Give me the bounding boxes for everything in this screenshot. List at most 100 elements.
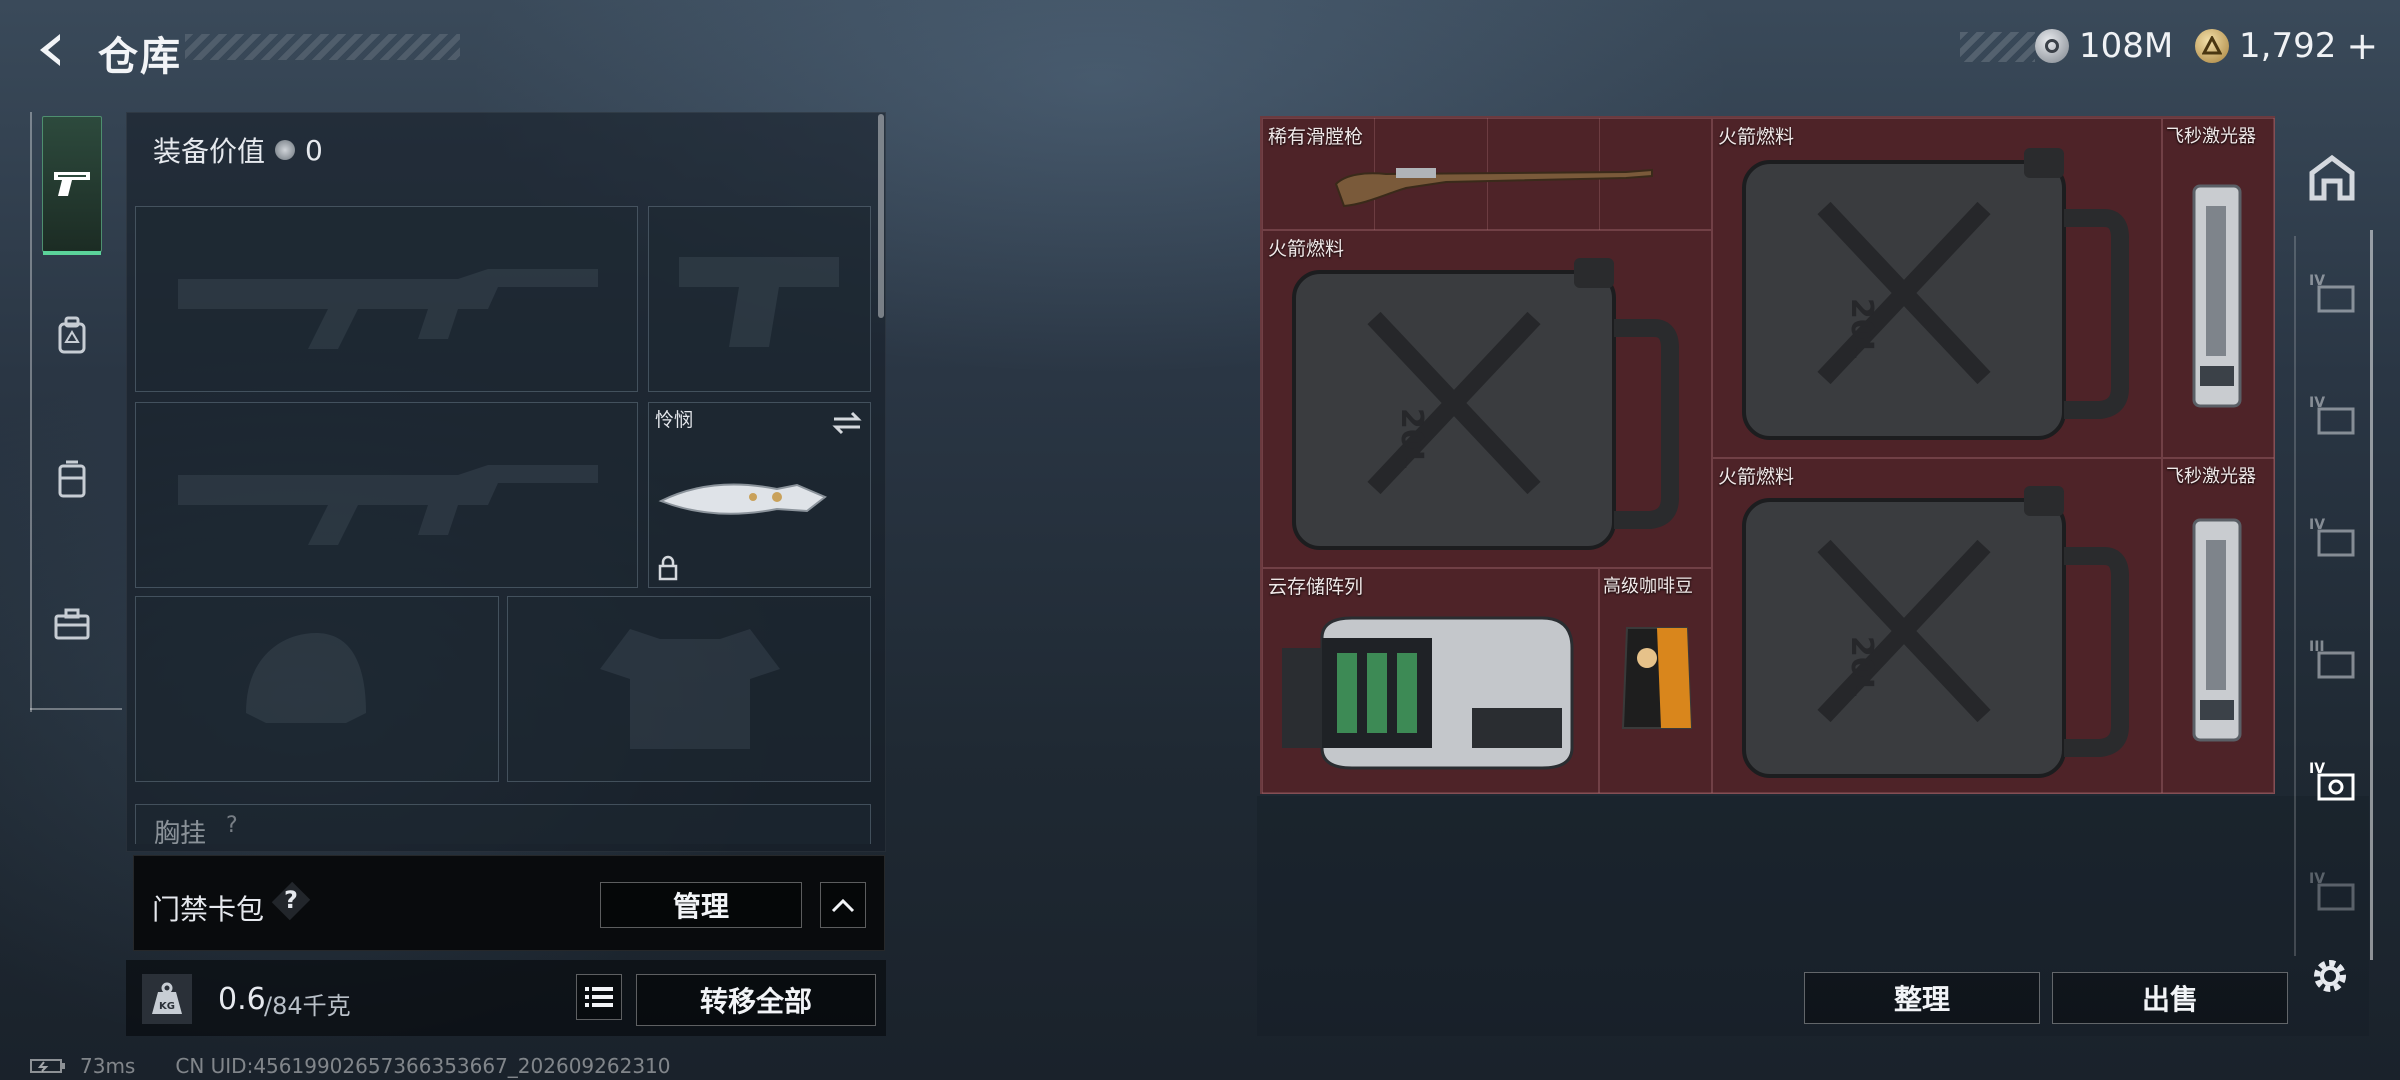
- container-tab-6[interactable]: IV: [2302, 860, 2362, 920]
- melee-slot[interactable]: 怜悯: [648, 402, 871, 588]
- musket-icon: [1334, 168, 1653, 208]
- left-nav: [30, 112, 120, 712]
- item-label: 飞秒激光器: [2166, 126, 2256, 147]
- list-icon: [585, 987, 613, 1007]
- laser-device-icon: [2192, 184, 2242, 408]
- equipment-value: 装备价值 0: [153, 130, 323, 170]
- gear-icon: [2314, 960, 2346, 992]
- equipment-value-amount: 0: [305, 133, 323, 167]
- container-icon: IV: [2309, 761, 2355, 801]
- container-tab-4[interactable]: III: [2302, 628, 2362, 688]
- item-label: 火箭燃料: [1718, 126, 1795, 148]
- laser-device-icon: [2192, 518, 2242, 742]
- fuel-jerrycan-icon: 20L: [1292, 258, 1679, 550]
- fuel-jerrycan-icon: 20L: [1742, 486, 2129, 778]
- can-capacity-text: 20L: [1394, 408, 1429, 469]
- swap-icon[interactable]: [832, 411, 862, 435]
- pistol-placeholder-icon: [679, 257, 839, 347]
- silver-currency: 108M: [2035, 26, 2173, 66]
- rifle-placeholder-icon: [178, 269, 598, 349]
- warehouse-icon: [2309, 154, 2355, 201]
- storage-item-fuel-1[interactable]: 火箭燃料 20L: [1262, 230, 1712, 568]
- divider: [30, 708, 122, 710]
- help-icon[interactable]: ?: [284, 886, 298, 914]
- item-label: 高级咖啡豆: [1603, 576, 1693, 597]
- storage-item-server[interactable]: 云存储阵列: [1262, 568, 1599, 794]
- silver-amount: 108M: [2079, 26, 2174, 66]
- container-tab-1[interactable]: IV: [2302, 262, 2362, 322]
- gold-amount: 1,792: [2239, 26, 2337, 66]
- backpack-icon: [58, 316, 86, 354]
- nav-backpack[interactable]: [42, 306, 102, 366]
- pistol-slot[interactable]: [648, 206, 871, 392]
- chest-rig-slot[interactable]: 胸挂 ?: [135, 804, 871, 844]
- weight-capacity: /84千克: [264, 992, 351, 1020]
- silver-coin-icon: [2035, 29, 2069, 63]
- fuel-jerrycan-icon: 20L: [1742, 148, 2129, 440]
- storage-item-laser-2[interactable]: 飞秒激光器: [2162, 458, 2275, 794]
- chest-rig-label: 胸挂: [154, 819, 207, 844]
- nav-toolbox[interactable]: [42, 594, 102, 654]
- transfer-all-button[interactable]: 转移全部: [636, 974, 876, 1026]
- helmet-placeholder-icon: [246, 633, 366, 723]
- storage-item-fuel-3[interactable]: 火箭燃料 20L: [1712, 458, 2162, 794]
- primary-weapon-slot-1[interactable]: [135, 206, 638, 392]
- sell-button[interactable]: 出售: [2052, 972, 2288, 1024]
- container-icon: IV: [2309, 871, 2355, 911]
- container-tab-5[interactable]: IV: [2302, 750, 2362, 810]
- knife-icon: [658, 483, 827, 515]
- network-status: 73ms: [30, 1054, 135, 1078]
- add-currency-button[interactable]: +: [2346, 24, 2378, 68]
- pistol-icon: [54, 172, 90, 196]
- storage-grid: 稀有滑膛枪 火箭燃料 20L 火箭燃料 20L 火箭燃料 20L 飞秒激光器 飞…: [1260, 116, 2275, 794]
- weight-bar: KG 0.6 /84千克 转移全部: [126, 960, 886, 1036]
- warehouse-tab[interactable]: [2302, 148, 2362, 208]
- rifle-placeholder-icon: [178, 465, 598, 545]
- storage-item-musket[interactable]: 稀有滑膛枪: [1262, 118, 1712, 230]
- back-button[interactable]: [30, 28, 74, 72]
- right-nav: IV IV IV III IV IV: [2290, 112, 2372, 962]
- page-title: 仓库: [98, 34, 182, 80]
- armor-slot[interactable]: [507, 596, 871, 782]
- storage-item-fuel-2[interactable]: 火箭燃料 20L: [1712, 118, 2162, 458]
- sort-button[interactable]: 整理: [1804, 972, 2040, 1024]
- weight-icon: KG: [142, 974, 192, 1024]
- primary-weapon-slot-2[interactable]: [135, 402, 638, 588]
- chevron-left-icon: [40, 34, 60, 66]
- chest-rig-icon: [58, 460, 86, 498]
- helmet-slot[interactable]: [135, 596, 499, 782]
- chevron-up-icon: [831, 898, 855, 913]
- container-tab-2[interactable]: IV: [2302, 384, 2362, 444]
- armor-placeholder-icon: [600, 629, 780, 749]
- gold-currency[interactable]: 1,792 +: [2195, 24, 2378, 68]
- user-uid: CN UID:4561990265736635366​7_20260926231…: [175, 1054, 671, 1078]
- toolbox-icon: [54, 608, 90, 640]
- item-label: 火箭燃料: [1718, 466, 1795, 488]
- can-capacity-text: 20L: [1844, 298, 1879, 359]
- nav-chest-rig[interactable]: [42, 450, 102, 510]
- help-icon[interactable]: ?: [226, 813, 238, 838]
- item-label: 飞秒激光器: [2166, 466, 2256, 487]
- silver-coin-icon: [275, 140, 296, 160]
- kg-text: KG: [159, 1001, 175, 1012]
- collapse-button[interactable]: [820, 882, 866, 928]
- decorative-stripes: [1960, 32, 2035, 62]
- nav-weapons[interactable]: [42, 116, 102, 255]
- server-array-icon: [1282, 616, 1574, 770]
- item-label: 火箭燃料: [1268, 238, 1345, 260]
- scrollbar[interactable]: [878, 114, 884, 318]
- container-icon: III: [2309, 639, 2355, 679]
- storage-item-laser-1[interactable]: 飞秒激光器: [2162, 118, 2275, 458]
- can-capacity-text: 20L: [1844, 636, 1879, 697]
- equipment-value-label: 装备价值: [153, 135, 266, 168]
- status-bar: 73ms CN UID:4561990265736635366​7_202609…: [30, 1054, 671, 1078]
- storage-item-coffee[interactable]: 高级咖啡豆: [1599, 568, 1712, 794]
- decorative-stripes: [185, 34, 460, 60]
- container-icon: IV: [2309, 517, 2355, 557]
- settings-button[interactable]: [2306, 952, 2354, 1000]
- container-tab-3[interactable]: IV: [2302, 506, 2362, 566]
- item-label: 云存储阵列: [1268, 576, 1364, 598]
- ping-value: 73ms: [80, 1054, 136, 1078]
- list-view-button[interactable]: [576, 974, 622, 1020]
- manage-button[interactable]: 管理: [600, 882, 802, 928]
